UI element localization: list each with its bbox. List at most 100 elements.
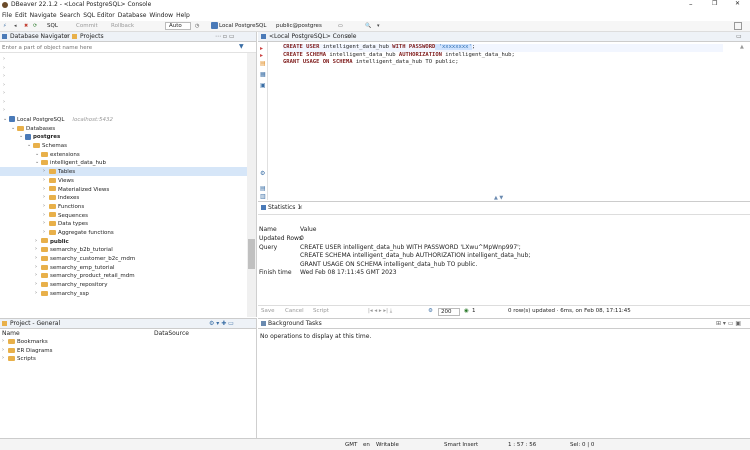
save-button[interactable]: Save [261,308,275,314]
menu-item-database[interactable]: Database [118,12,147,19]
filter-icon[interactable]: ▼ [239,43,244,50]
stats-row[interactable]: CREATE SCHEMA intelligent_data_hub AUTHO… [259,252,749,261]
folder-icon [17,125,24,131]
active-schema[interactable]: public@postgres [276,23,322,29]
transaction-mode-select[interactable]: Auto [165,22,191,30]
tree-item[interactable]: ⌄ Databases [0,124,256,133]
menu-item-edit[interactable]: Edit [15,12,27,19]
close-tab-icon[interactable]: × [64,32,69,42]
tree-item[interactable]: › public [0,237,256,246]
close-stats-icon[interactable]: × [298,204,303,211]
import-icon[interactable]: ▥ [260,193,266,200]
maximize-button[interactable]: ❐ [712,0,717,7]
editor-minimize-icon[interactable]: ▭ [736,32,742,42]
outline-icon[interactable]: ▣ [260,82,266,89]
stats-table: Name Value Updated Rows 0 Query CREATE USER… [259,226,749,278]
close-button[interactable]: ✕ [735,0,740,7]
tab-statistics[interactable]: Statistics 1 [268,204,301,211]
menu-item-help[interactable]: Help [176,12,190,19]
settings-icon[interactable]: ⚙ [260,170,265,177]
refresh-icon[interactable]: ⟳ [33,23,37,29]
disconnect-icon[interactable]: ✖ [24,23,28,29]
project-item[interactable]: › Bookmarks [0,337,256,346]
empty-tree-area: › › › › › › › [3,56,5,113]
stats-row[interactable]: Query CREATE USER intelligent_data_hub WI… [259,244,749,253]
new-connection-icon[interactable]: ⚡ [3,23,7,29]
fetch-size-input[interactable]: 200 [438,308,460,316]
project-tools-icon[interactable]: ⚙ ▾ ✚ ▭ [209,319,234,329]
sql-tools-icon[interactable]: ▭ [338,23,343,29]
tree-item[interactable]: › semarchy_b2b_tutorial [0,245,256,254]
dropdown-icon[interactable]: ▾ [377,23,380,29]
tab-background-tasks[interactable]: Background Tasks [268,319,322,329]
export-icon[interactable]: ▤ [260,185,266,192]
tree-item-label: Functions [58,203,85,210]
execute-icon[interactable]: ▸ [260,45,263,52]
tree-item[interactable]: ⌄ Schemas [0,141,256,150]
tree-item-label: Aggregate functions [58,229,114,236]
format-icon[interactable]: ▦ [260,71,266,78]
project-item[interactable]: › Scripts [0,354,256,363]
close-console-icon[interactable]: × [346,32,351,42]
menu-item-search[interactable]: Search [60,12,81,19]
execute-script-icon[interactable]: ▸ [260,52,263,59]
clock-icon[interactable]: ◷ [195,23,199,29]
menu-item-window[interactable]: Window [149,12,173,19]
active-connection[interactable]: Local PostgreSQL [219,23,266,29]
code-line-2: CREATE SCHEMA intelligent_data_hub AUTHO… [283,51,515,58]
code-line-3: GRANT USAGE ON SCHEMA intelligent_data_h… [283,59,459,65]
tree-item[interactable]: › Data types [0,219,256,228]
view-menu-icon[interactable]: ⋯ ▫ ▭ [215,32,235,42]
search-icon[interactable]: 🔍 [365,23,371,29]
menu-item-sql-editor[interactable]: SQL Editor [83,12,115,19]
navigator-filter-input[interactable] [2,43,234,52]
menu-item-navigate[interactable]: Navigate [30,12,57,19]
tab-database-navigator[interactable]: Database Navigator [10,32,70,42]
tree-item[interactable]: › semarchy_emp_tutorial [0,263,256,272]
tree-item[interactable]: › semarchy_product_retail_mdm [0,271,256,280]
tree-item[interactable]: › Materialized Views [0,185,256,194]
menu-item-file[interactable]: File [2,12,12,19]
explain-icon[interactable]: ▤ [260,60,266,67]
perspective-icon[interactable] [734,22,742,30]
status-timezone: GMT [345,442,358,448]
status-cursor-pos: 1 : 57 : 56 [508,442,537,448]
tasks-tools-icon[interactable]: ⊞ ▾ ▭ ▣ [716,319,741,329]
tree-item[interactable]: ⌄ postgres [0,132,256,141]
nav-back-icon[interactable]: ◂ [14,23,17,29]
script-button[interactable]: Script [313,308,329,314]
navigation-icons[interactable]: |◂ ◂ ▸ ▸| ⤓ [368,308,392,315]
sql-code[interactable]: CREATE USER intelligent_data_hub WITH PA… [283,44,723,67]
tree-item[interactable]: ⌄ extensions [0,150,256,159]
tree-item[interactable]: › Aggregate functions [0,228,256,237]
stats-row[interactable]: GRANT USAGE ON SCHEMA intelligent_data_h… [259,261,749,270]
minimize-button[interactable]: – [689,0,693,8]
rollback-button[interactable]: Rollback [111,23,134,29]
editor-scroll-up-icon[interactable]: ▲ [740,44,744,50]
tab-projects[interactable]: Projects [80,32,104,42]
tree-item[interactable]: › Tables [0,167,256,176]
stats-row[interactable]: Finish time Wed Feb 08 17:11:45 GMT 2023 [259,269,749,278]
navigator-scrollbar[interactable] [247,53,256,317]
tree-item-label: Indexes [58,195,80,202]
tree-item[interactable]: › semarchy_customer_b2c_mdm [0,254,256,263]
tree-item[interactable]: ⌄ intelligent_data_hub [0,158,256,167]
stats-row-name: Finish time [259,269,292,276]
project-item[interactable]: › ER Diagrams [0,346,256,355]
tab-console[interactable]: <Local PostgreSQL> Console [269,32,357,42]
commit-button[interactable]: Commit [76,23,98,29]
tree-item[interactable]: › Views [0,176,256,185]
sql-editor-button[interactable]: SQL [47,23,58,29]
folder-icon [49,229,56,235]
app-icon [2,2,8,8]
tree-item[interactable]: › semarchy_ssp [0,289,256,298]
tree-item[interactable]: › semarchy_repository [0,280,256,289]
tab-project-general[interactable]: Project - General [10,319,60,329]
stats-row[interactable]: Updated Rows 0 [259,235,749,244]
tree-item[interactable]: › Sequences [0,211,256,220]
cancel-button[interactable]: Cancel [285,308,304,314]
col-name-header: Name [259,226,277,233]
tree-item[interactable]: › Functions [0,202,256,211]
tree-item[interactable]: ⌄ Local PostgreSQL localhost:5432 [0,115,256,124]
tree-item[interactable]: › Indexes [0,193,256,202]
